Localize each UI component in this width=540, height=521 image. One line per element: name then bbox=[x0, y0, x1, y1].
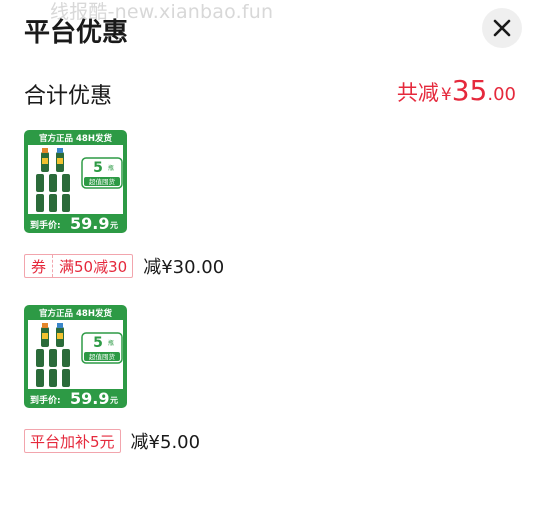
page-title: 平台优惠 bbox=[24, 18, 129, 48]
badge-number: 5 bbox=[93, 335, 103, 351]
amount-decimal: .00 bbox=[487, 84, 516, 105]
total-discount-label: 合计优惠 bbox=[24, 84, 113, 109]
close-icon bbox=[493, 19, 511, 37]
price-label: 到手价: bbox=[30, 394, 61, 406]
discount-amount: 减¥5.00 bbox=[130, 432, 201, 453]
badge-text: 超值囤货 bbox=[89, 352, 116, 361]
price-unit: 元 bbox=[110, 221, 118, 230]
close-button[interactable] bbox=[482, 8, 522, 48]
quantity-badge: 5 瓶 超值囤货 bbox=[81, 157, 123, 189]
price-value: 59.9 bbox=[70, 214, 109, 233]
badge-text: 超值囤货 bbox=[89, 177, 116, 186]
currency-symbol: ¥ bbox=[440, 85, 452, 105]
product-thumbnail: 官方正品 48H发货 5 瓶 超值囤货 到手价: 59.9 元 bbox=[24, 130, 127, 233]
coupon-tag: 券 满50减30 bbox=[24, 254, 134, 278]
product-image[interactable]: 官方正品 48H发货 5 瓶 超值囤货 到手价: 59.9 元 bbox=[24, 130, 127, 233]
product-thumbnail: 官方正品 48H发货 5 瓶 超值囤货 到手价: 59.9 元 bbox=[24, 305, 127, 408]
coupon-kind: 券 bbox=[25, 255, 54, 277]
discount-amount: 减¥30.00 bbox=[143, 257, 225, 278]
discount-row: 券 满50减30 减¥30.00 bbox=[24, 253, 224, 279]
price-unit: 元 bbox=[110, 396, 118, 405]
product-banner-text: 官方正品 48H发货 bbox=[39, 133, 112, 144]
platform-subsidy-tag: 平台加补5元 bbox=[24, 429, 121, 453]
badge-unit: 瓶 bbox=[108, 164, 114, 172]
badge-unit: 瓶 bbox=[108, 339, 114, 347]
badge-number: 5 bbox=[93, 160, 103, 176]
product-banner-text: 官方正品 48H发货 bbox=[39, 308, 112, 319]
discount-row: 平台加补5元 减¥5.00 bbox=[24, 428, 200, 454]
total-discount-amount: 共减 ¥ 35 .00 bbox=[397, 74, 516, 107]
price-value: 59.9 bbox=[70, 389, 109, 408]
amount-integer: 35 bbox=[451, 74, 488, 107]
quantity-badge: 5 瓶 超值囤货 bbox=[81, 332, 123, 364]
price-label: 到手价: bbox=[30, 219, 61, 231]
total-prefix: 共减 bbox=[396, 81, 439, 105]
coupon-desc: 满50减30 bbox=[59, 257, 128, 276]
product-image[interactable]: 官方正品 48H发货 5 瓶 超值囤货 到手价: 59.9 元 bbox=[24, 305, 127, 408]
